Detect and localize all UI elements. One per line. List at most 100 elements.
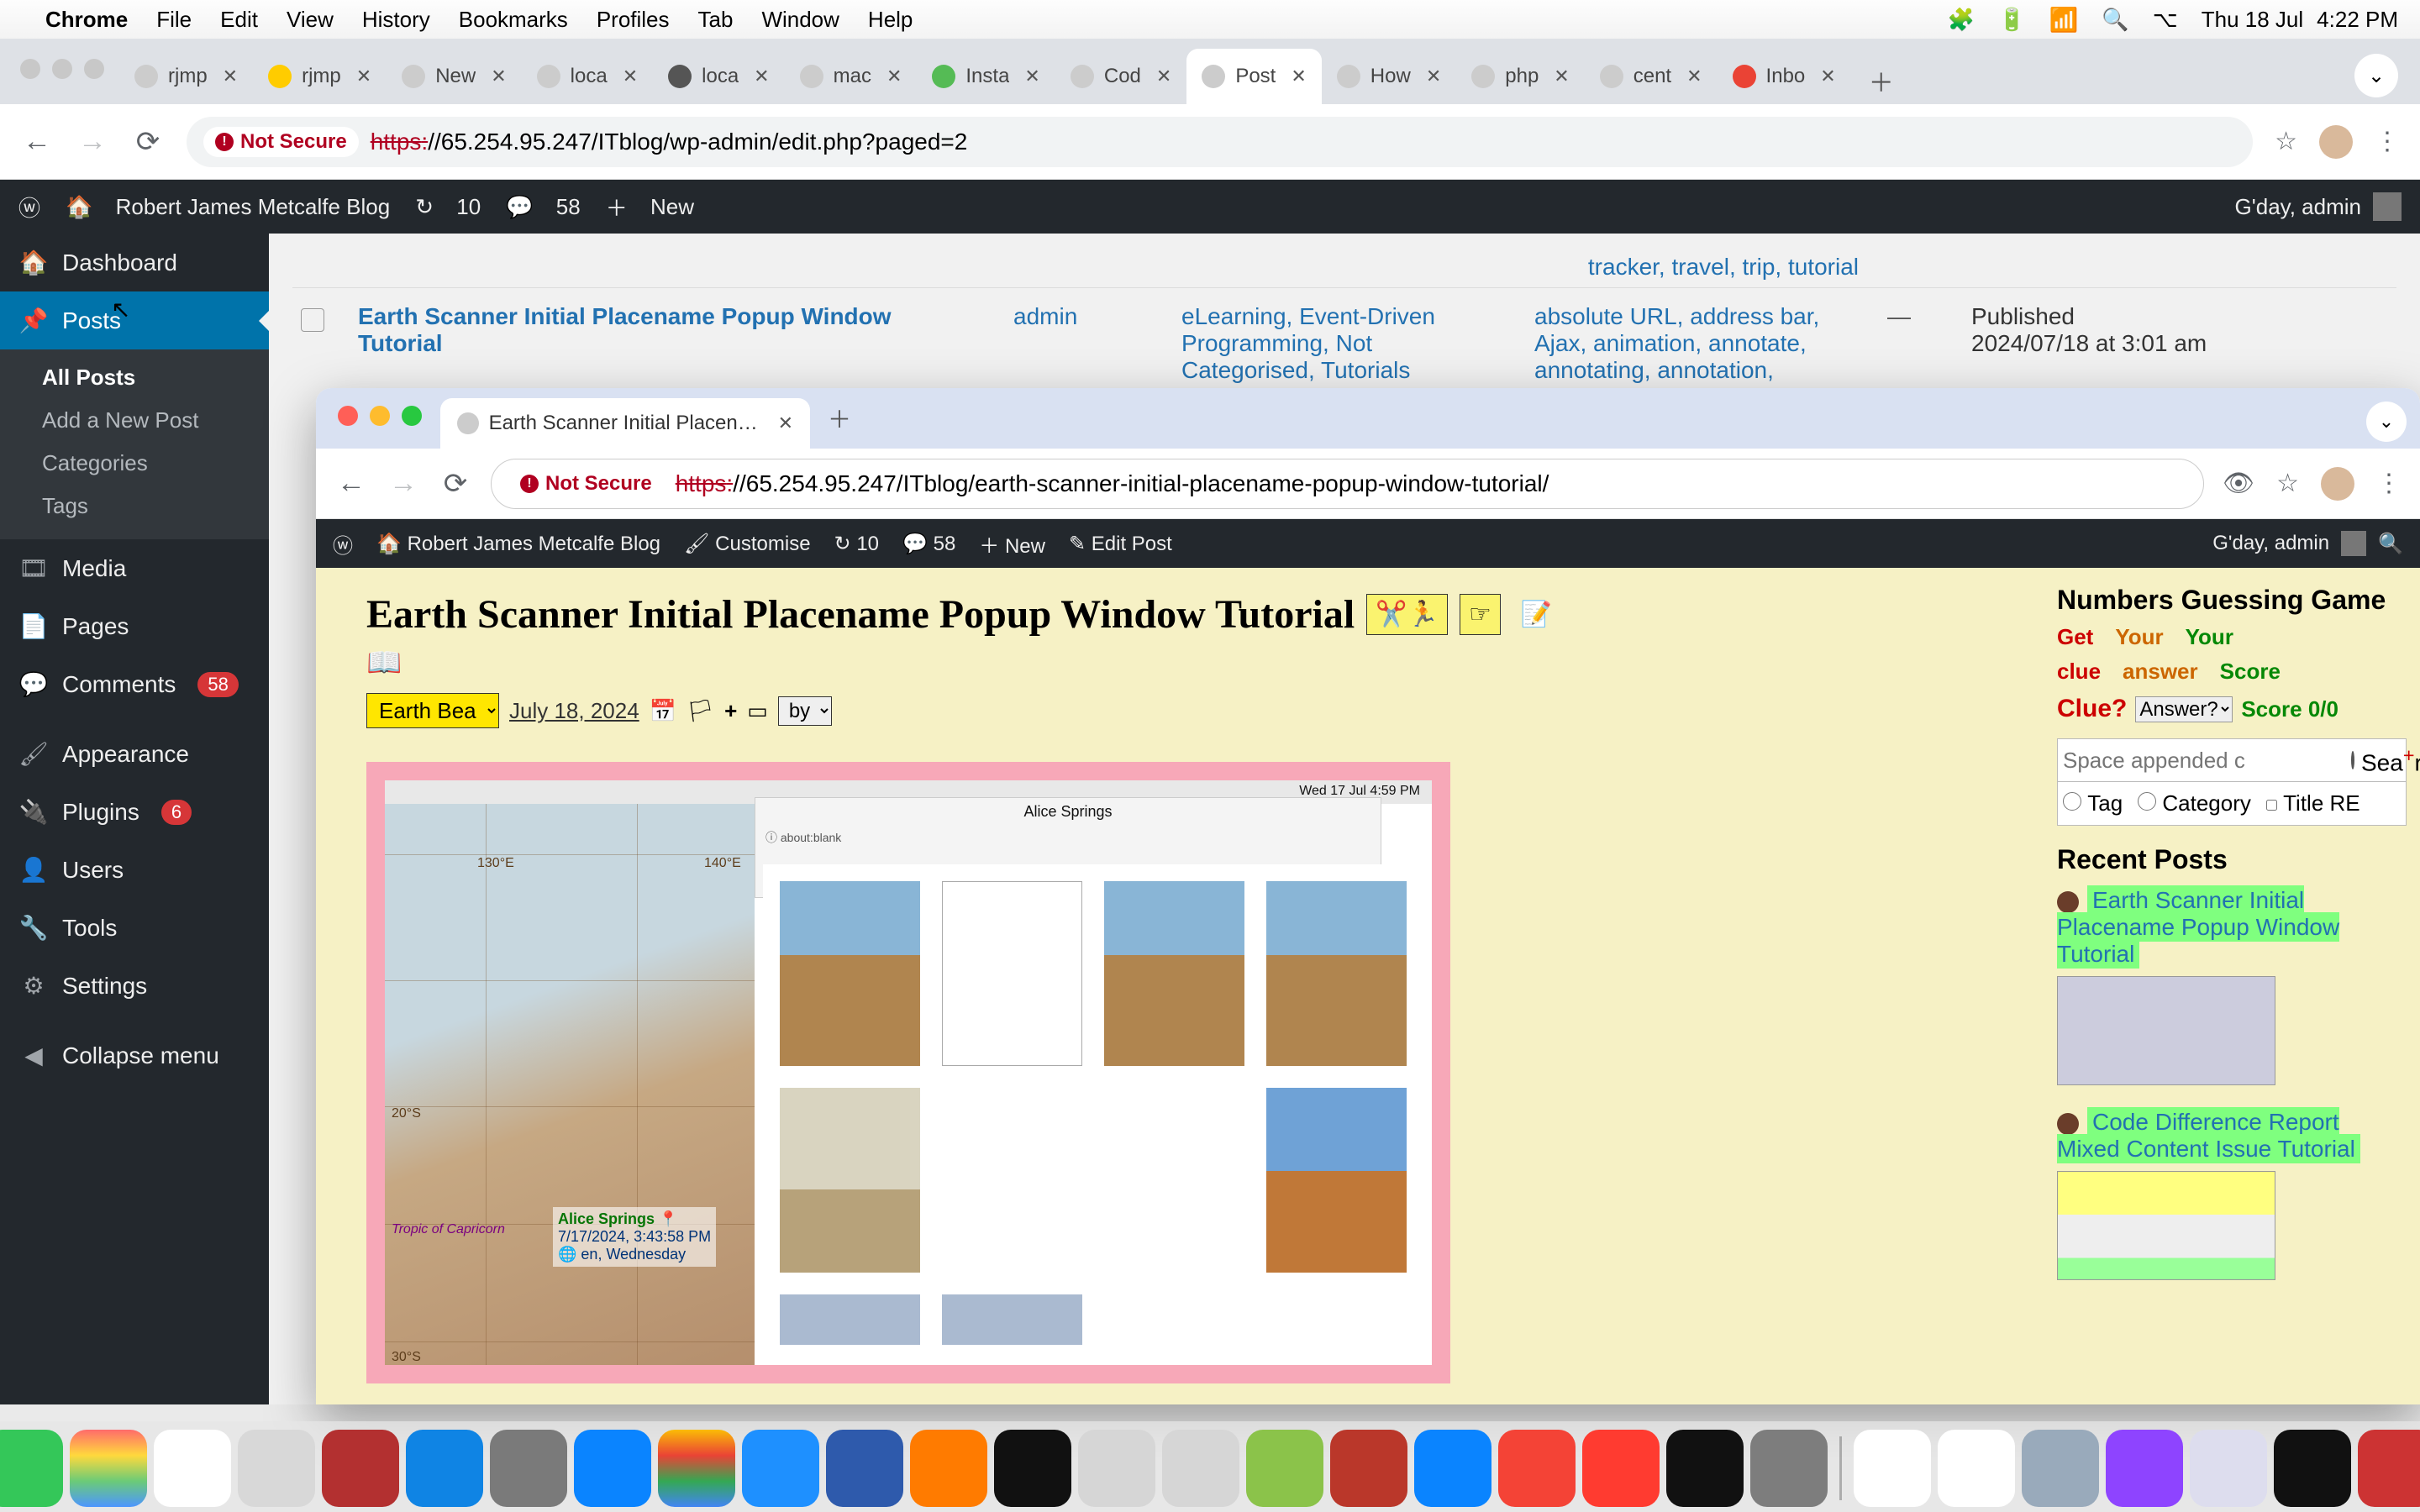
- post-categories[interactable]: eLearning, Event-Driven Programming, Not…: [1181, 303, 1501, 384]
- row-checkbox[interactable]: [301, 308, 324, 332]
- title-chip-3[interactable]: 📝: [1512, 595, 1560, 634]
- dock-app-appstore[interactable]: [574, 1430, 651, 1507]
- tab-close-icon[interactable]: ✕: [223, 66, 238, 87]
- dock-folder[interactable]: [2274, 1430, 2351, 1507]
- browser-tab[interactable]: New✕: [387, 49, 521, 104]
- dock-app-tv[interactable]: [994, 1430, 1071, 1507]
- browser-tab[interactable]: rjmp✕: [119, 49, 253, 104]
- traffic-min-icon[interactable]: [52, 59, 72, 79]
- window-traffic-lights[interactable]: [338, 406, 422, 426]
- prev-row-tags[interactable]: tracker, travel, trip, tutorial: [292, 254, 2396, 287]
- menubar-control-center-icon[interactable]: ⌥: [2153, 7, 2178, 33]
- dock-app-safari[interactable]: [742, 1430, 819, 1507]
- flag-icon[interactable]: 🏳: [687, 698, 714, 724]
- menubar-battery-icon[interactable]: 🔋: [1998, 7, 2025, 33]
- clue-label[interactable]: Clue?: [2057, 695, 2127, 723]
- sidebar-item-appearance[interactable]: 🖌Appearance: [0, 725, 269, 783]
- radio-category[interactable]: Category: [2138, 790, 2251, 816]
- dock-folder[interactable]: [1938, 1430, 2015, 1507]
- calendar-icon[interactable]: 📅: [650, 698, 676, 724]
- chrome-menu-icon[interactable]: ⋮: [2376, 469, 2402, 498]
- wp-logo-icon[interactable]: ⓦ: [333, 529, 353, 559]
- meta-select[interactable]: Earth Bea: [366, 693, 499, 728]
- browser-tab[interactable]: Cod✕: [1055, 49, 1186, 104]
- tab-overflow-button[interactable]: ⌄: [2366, 402, 2407, 442]
- browser-tab-active[interactable]: Post✕: [1186, 49, 1321, 104]
- nav-forward-button[interactable]: →: [76, 125, 109, 159]
- wp-new[interactable]: ＋ New: [979, 529, 1045, 559]
- dock-app-photos[interactable]: [70, 1430, 147, 1507]
- tab-close-icon[interactable]: ✕: [1686, 66, 1702, 87]
- wp-customise[interactable]: 🖌 Customise: [684, 532, 811, 556]
- menu-file[interactable]: File: [156, 7, 192, 33]
- dock-folder[interactable]: [2190, 1430, 2267, 1507]
- wp-updates[interactable]: ↻ 10: [415, 194, 481, 220]
- title-chip-2[interactable]: ☞: [1460, 594, 1501, 635]
- sidebar-item-settings[interactable]: ⚙Settings: [0, 957, 269, 1015]
- dock-app[interactable]: [238, 1430, 315, 1507]
- recent-post-link[interactable]: Code Difference Report Mixed Content Iss…: [2057, 1107, 2360, 1163]
- sidebar-item-posts[interactable]: 📌Posts: [0, 291, 269, 349]
- dock-app[interactable]: [1162, 1430, 1239, 1507]
- wp-howdy[interactable]: G'day, admin🔍: [2212, 531, 2403, 556]
- browser-tab-active[interactable]: Earth Scanner Initial Placenam ✕: [440, 398, 810, 449]
- sidebar-sub-addnew[interactable]: Add a New Post: [0, 399, 269, 442]
- search-icon[interactable]: 🔍: [2378, 532, 2403, 556]
- menu-help[interactable]: Help: [868, 7, 913, 33]
- wp-edit-post[interactable]: ✎ Edit Post: [1069, 532, 1172, 556]
- dock-folder[interactable]: [2106, 1430, 2183, 1507]
- wp-comments[interactable]: 💬 58: [506, 194, 581, 220]
- sidebar-sub-tags[interactable]: Tags: [0, 485, 269, 528]
- nav-back-button[interactable]: ←: [20, 125, 54, 159]
- dock-app[interactable]: [1246, 1430, 1323, 1507]
- omnibox[interactable]: !Not Secure https://65.254.95.247/ITblog…: [491, 459, 2204, 509]
- traffic-close-icon[interactable]: [338, 406, 358, 426]
- tab-overflow-button[interactable]: ⌄: [2354, 54, 2398, 97]
- radio-search[interactable]: [2351, 751, 2354, 769]
- sidebar-sub-categories[interactable]: Categories: [0, 442, 269, 485]
- menu-edit[interactable]: Edit: [220, 7, 258, 33]
- dock-app[interactable]: [826, 1430, 903, 1507]
- dock-app[interactable]: [154, 1430, 231, 1507]
- browser-tab[interactable]: loca✕: [653, 49, 784, 104]
- menu-profiles[interactable]: Profiles: [597, 7, 670, 33]
- sidebar-item-users[interactable]: 👤Users: [0, 841, 269, 899]
- sidebar-item-dashboard[interactable]: 🏠Dashboard: [0, 234, 269, 291]
- browser-tab[interactable]: Inbo✕: [1718, 49, 1851, 104]
- browser-tab[interactable]: mac✕: [785, 49, 918, 104]
- menu-window[interactable]: Window: [761, 7, 839, 33]
- dock-folder[interactable]: [1854, 1430, 1931, 1507]
- eye-slash-icon[interactable]: 👁: [2223, 469, 2254, 498]
- dock-app-facetime[interactable]: [0, 1430, 63, 1507]
- dock-app-terminal[interactable]: [1666, 1430, 1744, 1507]
- tab-close-icon[interactable]: ✕: [1426, 66, 1441, 87]
- recent-post-link[interactable]: Earth Scanner Initial Placename Popup Wi…: [2057, 885, 2339, 969]
- browser-tab[interactable]: How✕: [1322, 49, 1456, 104]
- dock-app[interactable]: [1330, 1430, 1407, 1507]
- menu-view[interactable]: View: [287, 7, 334, 33]
- wp-updates[interactable]: ↻ 10: [834, 532, 879, 556]
- menu-bookmarks[interactable]: Bookmarks: [459, 7, 568, 33]
- menu-tab[interactable]: Tab: [698, 7, 734, 33]
- new-tab-button[interactable]: ＋: [820, 399, 859, 438]
- radio-title[interactable]: Title RE: [2266, 790, 2360, 816]
- traffic-max-icon[interactable]: [402, 406, 422, 426]
- window-traffic-lights[interactable]: [20, 59, 104, 79]
- sidebar-item-media[interactable]: 🎞Media: [0, 539, 269, 597]
- wp-new[interactable]: ＋ New: [606, 192, 694, 223]
- sidebar-item-tools[interactable]: 🔧Tools: [0, 899, 269, 957]
- equals-icon[interactable]: ▭: [747, 698, 768, 724]
- tab-close-icon[interactable]: ✕: [356, 66, 371, 87]
- menu-history[interactable]: History: [362, 7, 430, 33]
- search-input[interactable]: [2063, 748, 2344, 774]
- sidebar-item-plugins[interactable]: 🔌Plugins6: [0, 783, 269, 841]
- search-button[interactable]: Sea+rch^: [2361, 744, 2420, 776]
- chrome-menu-icon[interactable]: ⋮: [2375, 127, 2400, 156]
- nav-back-button[interactable]: ←: [334, 467, 368, 501]
- tab-close-icon[interactable]: ✕: [623, 66, 638, 87]
- profile-avatar[interactable]: [2321, 467, 2354, 501]
- menubar-extension-icon[interactable]: 🧩: [1948, 7, 1975, 33]
- nav-reload-button[interactable]: ⟳: [439, 467, 472, 501]
- featured-image[interactable]: Wed 17 Jul 4:59 PM 130°E 140°E 20°S 30°S…: [366, 762, 1450, 1383]
- by-select[interactable]: by: [778, 696, 832, 726]
